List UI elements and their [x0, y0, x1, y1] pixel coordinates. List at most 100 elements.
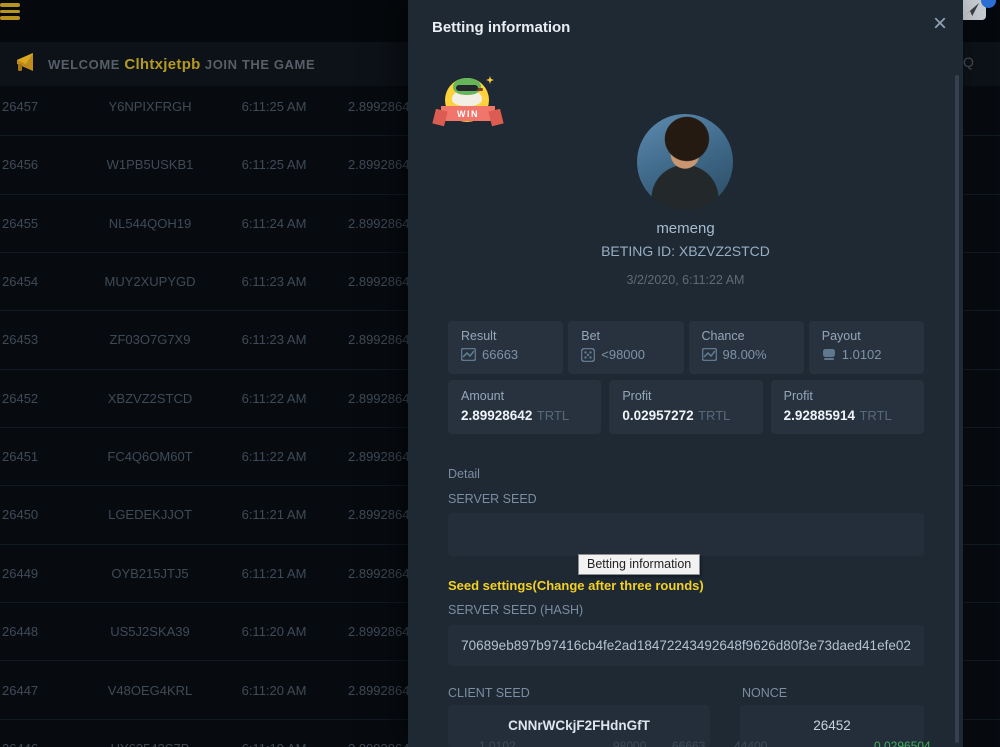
username-cell: V48OEG4KRL [85, 662, 215, 720]
server-seed-label: SERVER SEED [448, 492, 537, 506]
bet-id-cell: 26448 [2, 603, 38, 661]
amount-cell: 2.8992864 [348, 370, 409, 428]
betting-id: BETING ID: XBZVZ2STCD [408, 243, 963, 259]
username-cell: FC4Q6OM60T [85, 428, 215, 486]
time-cell: 6:11:22 AM [228, 370, 320, 428]
username-cell: UY63543S7B [85, 720, 215, 747]
player-name: memeng [408, 220, 963, 237]
close-icon[interactable]: × [933, 12, 947, 36]
avatar [637, 114, 733, 210]
amount-cell: 2.8992864 [348, 603, 409, 661]
stat-label: Chance [702, 329, 804, 343]
username-cell: LGEDEKJJOT [85, 486, 215, 544]
amount-cell: 2.8992864 [348, 136, 409, 194]
amount-label: Profit [622, 389, 762, 403]
partial-value: 44400 [734, 739, 767, 747]
amount-cell: 2.8992864 [348, 311, 409, 369]
bet-datetime: 3/2/2020, 6:11:22 AM [408, 273, 963, 287]
partial-value: 98000 [613, 739, 646, 747]
stat-value: 98.00% [723, 347, 767, 362]
bet-id-cell: 26451 [2, 428, 38, 486]
username-cell: NL544QOH19 [85, 195, 215, 253]
betting-information-modal: Betting information × WIN memeng BETING … [408, 0, 963, 747]
partial-value: 1.0102 [479, 739, 516, 747]
time-cell: 6:11:23 AM [228, 253, 320, 311]
username-cell: Y6NPIXFRGH [85, 78, 215, 136]
time-cell: 6:11:25 AM [228, 78, 320, 136]
bet-id-cell: 26453 [2, 311, 38, 369]
time-cell: 6:11:21 AM [228, 486, 320, 544]
time-cell: 6:11:21 AM [228, 545, 320, 603]
dice-icon [581, 348, 595, 362]
stat-value: 1.0102 [842, 347, 882, 362]
stat-bet: Bet <98000 [568, 321, 683, 374]
amount-cell: 2.8992864 [348, 428, 409, 486]
partial-value: 66663 [672, 739, 705, 747]
username-cell: OYB215JTJ5 [85, 545, 215, 603]
currency-label: TRTL [537, 408, 569, 423]
profit-box: Profit 0.02957272 TRTL [609, 380, 762, 434]
bet-id-cell: 26450 [2, 486, 38, 544]
bet-id-cell: 26446 [2, 720, 38, 747]
seed-settings-label: Seed settings(Change after three rounds) [448, 578, 704, 593]
stat-label: Bet [581, 329, 683, 343]
partial-profit-value: 0.0296504 [874, 739, 931, 747]
stat-label: Payout [822, 329, 924, 343]
amount-cell: 2.8992864 [348, 545, 409, 603]
stat-value: 66663 [482, 347, 518, 362]
amount-cell: 2.8992864 [348, 486, 409, 544]
modal-scrollbar[interactable] [955, 75, 959, 743]
sparkle-icon [486, 76, 494, 84]
server-seed-hash-field[interactable]: 70689eb897b97416cb4fe2ad18472243492648f9… [448, 625, 924, 666]
chart-icon [461, 348, 476, 361]
username-cell: W1PB5USKB1 [85, 136, 215, 194]
profit-total-box: Profit 2.92885914 TRTL [771, 380, 924, 434]
time-cell: 6:11:23 AM [228, 311, 320, 369]
currency-label: TRTL [698, 408, 730, 423]
amounts-row: Amount 2.89928642 TRTL Profit 0.02957272… [448, 380, 924, 434]
stat-payout: Payout 1.0102 [809, 321, 924, 374]
bet-id-cell: 26452 [2, 370, 38, 428]
time-cell: 6:11:25 AM [228, 136, 320, 194]
username-cell: ZF03O7G7X9 [85, 311, 215, 369]
amount-cell: 2.8992864 [348, 720, 409, 747]
amount-label: Amount [461, 389, 601, 403]
app-screen: WELCOME Clhtxjetpb JOIN THE GAME 26457Y6… [0, 0, 1000, 747]
amount-box: Amount 2.89928642 TRTL [448, 380, 601, 434]
time-cell: 6:11:24 AM [228, 195, 320, 253]
amount-cell: 2.8992864 [348, 78, 409, 136]
amount-value: 0.02957272 [622, 408, 693, 423]
coins-icon [822, 348, 836, 361]
amount-cell: 2.8992864 [348, 662, 409, 720]
nonce-label: NONCE [742, 686, 787, 700]
stat-chance: Chance 98.00% [689, 321, 804, 374]
username-cell: US5J2SKA39 [85, 603, 215, 661]
bet-id-cell: 26455 [2, 195, 38, 253]
username-cell: MUY2XUPYGD [85, 253, 215, 311]
tooltip: Betting information [578, 554, 700, 575]
bet-id-cell: 26456 [2, 136, 38, 194]
bet-id-cell: 26447 [2, 662, 38, 720]
amount-label: Profit [784, 389, 924, 403]
username-cell: XBZVZ2STCD [85, 370, 215, 428]
amount-cell: 2.8992864 [348, 253, 409, 311]
amount-cell: 2.8992864 [348, 195, 409, 253]
time-cell: 6:11:20 AM [228, 662, 320, 720]
bet-id-cell: 26454 [2, 253, 38, 311]
stat-label: Result [461, 329, 563, 343]
stat-result: Result 66663 [448, 321, 563, 374]
time-cell: 6:11:19 AM [228, 720, 320, 747]
chart-icon [702, 348, 717, 361]
amount-value: 2.89928642 [461, 408, 532, 423]
client-seed-label: CLIENT SEED [448, 686, 530, 700]
bet-id-cell: 26449 [2, 545, 38, 603]
server-seed-field[interactable] [448, 513, 924, 556]
paper-plane-icon [964, 3, 979, 16]
stats-row: Result 66663 Bet <98000 Chance 98.00% Pa… [448, 321, 924, 374]
modal-title: Betting information [432, 19, 570, 36]
frog-icon [453, 78, 481, 95]
faq-link-partial[interactable]: Q [963, 54, 974, 70]
bet-id-cell: 26457 [2, 78, 38, 136]
detail-label: Detail [448, 467, 480, 481]
stat-value: <98000 [601, 347, 645, 362]
